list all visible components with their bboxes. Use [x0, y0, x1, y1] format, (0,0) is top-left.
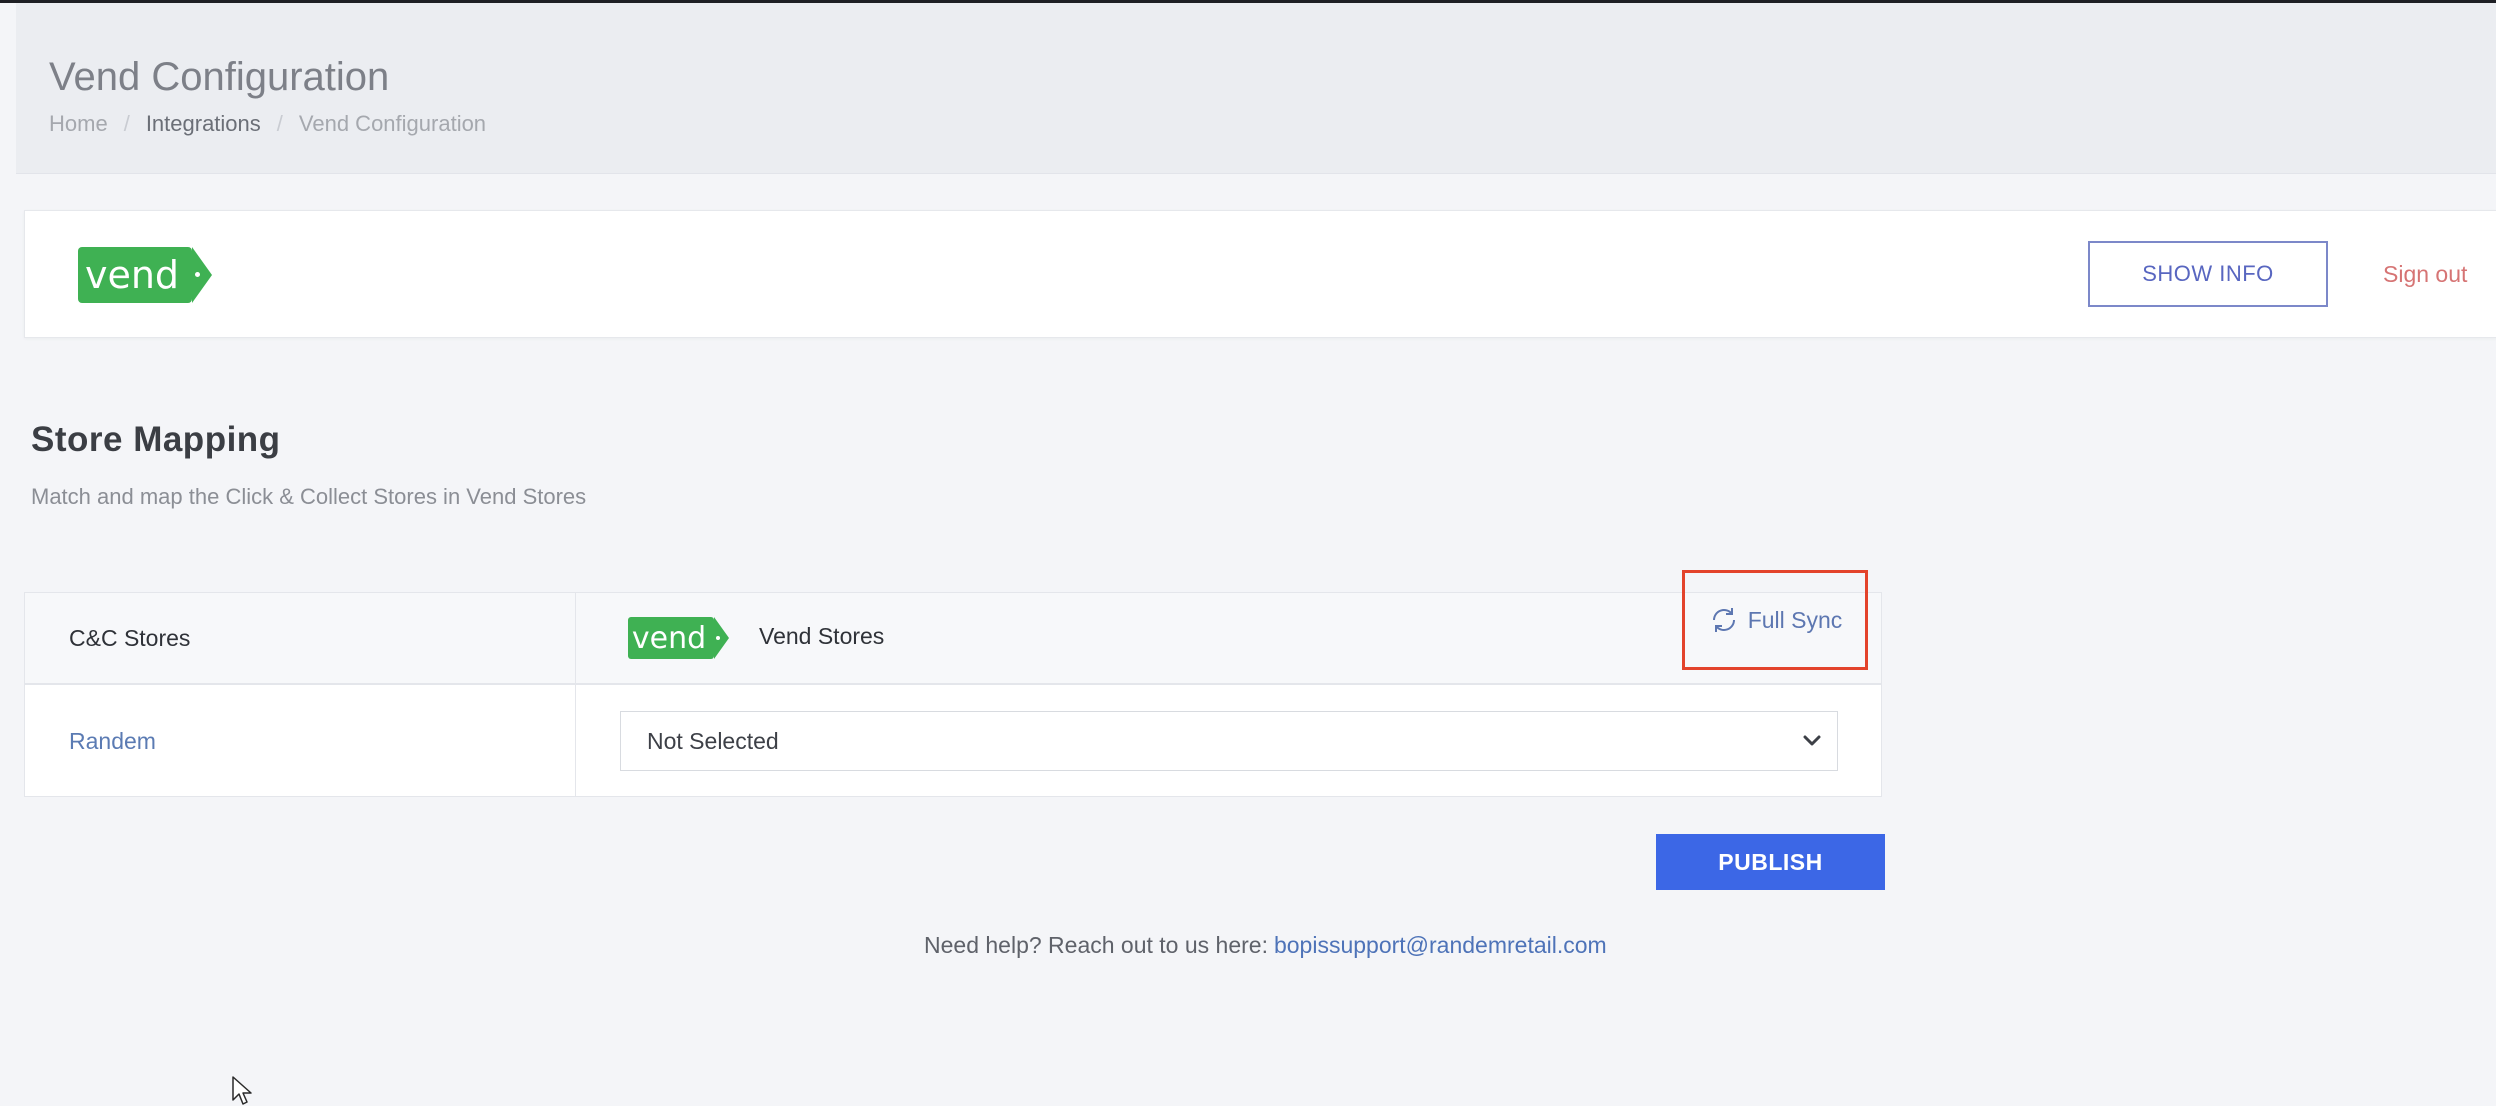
section-title: Store Mapping [31, 420, 281, 459]
vend-stores-header: Vend Stores [759, 623, 885, 649]
vend-logo-tag: vend [78, 247, 212, 303]
chevron-down-icon [1803, 735, 1821, 746]
vend-store-select[interactable]: Not Selected [620, 711, 1838, 771]
help-text: Need help? Reach out to us here: bopissup… [924, 932, 1607, 959]
breadcrumb-home[interactable]: Home [49, 111, 108, 137]
store-mapping-table: C&C Stores vend Vend Stores Randem Not S… [24, 592, 1882, 797]
help-message: Need help? Reach out to us here: [924, 932, 1268, 958]
vend-logo-tag: vend [628, 617, 729, 659]
cc-store-name[interactable]: Randem [69, 728, 156, 755]
breadcrumb-current: Vend Configuration [298, 111, 487, 136]
support-email-link[interactable]: bopissupport@randemretail.com [1274, 932, 1607, 958]
sync-icon [1712, 608, 1735, 632]
vend-logo-dot [716, 636, 720, 640]
breadcrumb-separator: / [276, 111, 283, 136]
publish-button[interactable]: PUBLISH [1656, 834, 1885, 890]
vend-store-select-value: Not Selected [647, 727, 779, 754]
sign-out-link[interactable]: Sign out [2383, 261, 2467, 288]
mouse-cursor-icon [232, 1076, 252, 1105]
full-sync-button[interactable]: Full Sync [1682, 570, 1868, 670]
section-subtitle: Match and map the Click & Collect Stores… [31, 484, 587, 509]
breadcrumb-separator: / [123, 111, 130, 136]
column-divider [575, 593, 576, 796]
breadcrumb-integrations[interactable]: Integrations [146, 111, 261, 137]
page-header: Vend Configuration Home / Integrations /… [16, 3, 2496, 174]
breadcrumb: Home / Integrations / Vend Configuration [49, 111, 486, 137]
vend-logo-dot [195, 272, 200, 277]
vend-logo-text: vend [84, 253, 180, 297]
cc-stores-header: C&C Stores [69, 625, 191, 651]
page-title: Vend Configuration [49, 55, 390, 99]
vend-integration-card: vend SHOW INFO Sign out [24, 210, 2496, 338]
vend-logo-small: vend [628, 617, 729, 659]
vend-logo-text: vend [631, 620, 707, 656]
show-info-button[interactable]: SHOW INFO [2088, 241, 2328, 307]
full-sync-label: Full Sync [1747, 606, 1843, 633]
table-header: C&C Stores vend Vend Stores [25, 593, 1881, 685]
vend-logo: vend [78, 247, 212, 303]
